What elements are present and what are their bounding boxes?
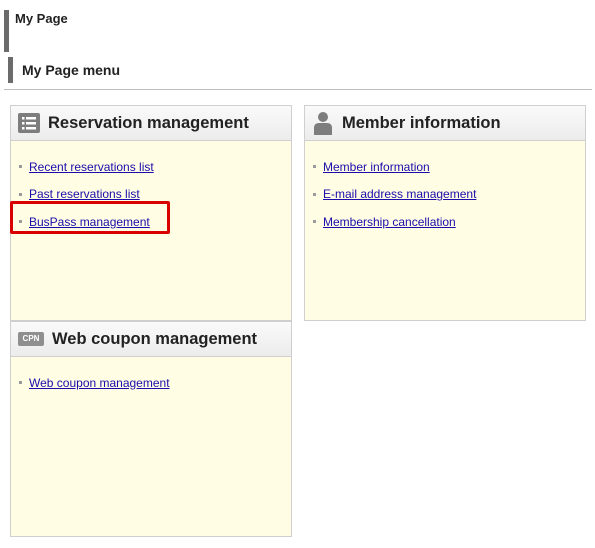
bullet-icon — [313, 165, 316, 169]
menu-title-text: My Page menu — [22, 62, 121, 78]
list-icon — [18, 113, 40, 133]
list-item: Member information — [313, 153, 585, 181]
member-panel: Member information Member information E-… — [304, 105, 586, 321]
list-item: Web coupon management — [19, 369, 291, 397]
email-management-link[interactable]: E-mail address management — [323, 187, 476, 201]
page-title: My Page — [4, 10, 204, 52]
menu-title: My Page menu — [8, 57, 258, 83]
membership-cancellation-link[interactable]: Membership cancellation — [323, 215, 456, 229]
page-title-text: My Page — [15, 11, 68, 26]
coupon-link-list: Web coupon management — [11, 357, 291, 397]
highlight-box — [10, 201, 170, 234]
past-reservations-link[interactable]: Past reservations list — [29, 187, 140, 201]
bullet-icon — [19, 165, 22, 169]
coupon-panel-title: Web coupon management — [52, 329, 258, 348]
menu-divider — [4, 89, 592, 90]
coupon-panel: CPN Web coupon management Web coupon man… — [10, 321, 292, 537]
bullet-icon — [313, 220, 316, 224]
list-item: Membership cancellation — [313, 208, 585, 236]
bullet-icon — [19, 192, 22, 196]
list-item: E-mail address management — [313, 181, 585, 209]
bullet-icon — [313, 192, 316, 196]
member-link-list: Member information E-mail address manage… — [305, 141, 585, 236]
member-information-link[interactable]: Member information — [323, 160, 430, 174]
reservation-panel-title: Reservation management — [48, 113, 249, 132]
coupon-panel-header: CPN Web coupon management — [11, 322, 291, 357]
web-coupon-management-link[interactable]: Web coupon management — [29, 376, 170, 390]
recent-reservations-link[interactable]: Recent reservations list — [29, 160, 154, 174]
member-panel-header: Member information — [305, 106, 585, 141]
bullet-icon — [19, 381, 22, 385]
member-panel-title: Member information — [342, 113, 501, 132]
coupon-icon: CPN — [18, 332, 44, 346]
reservation-panel-header: Reservation management — [11, 106, 291, 141]
person-icon — [312, 111, 334, 135]
list-item: Recent reservations list — [19, 153, 291, 181]
